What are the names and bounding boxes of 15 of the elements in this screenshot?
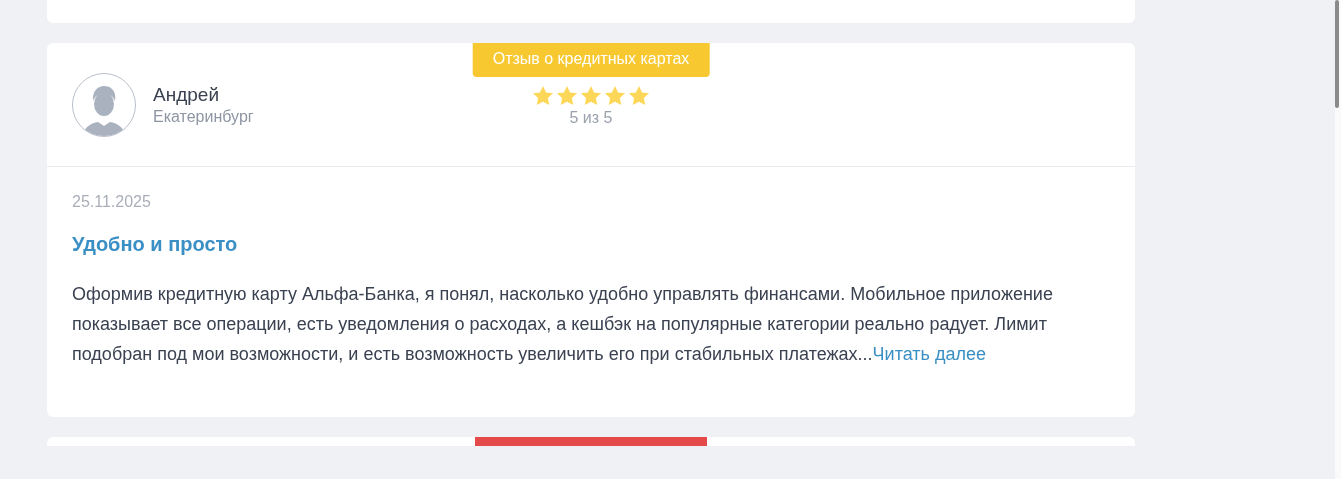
star-icon <box>531 85 555 107</box>
review-text: Оформив кредитную карту Альфа-Банка, я понял, насколько удобно управлять финансами. Мобильное приложение показывает все операции, есть уведомления о расходах, а кешбэк на популярные категории реально радует. Лимит подобран под мои возможности, и есть возможность увеличить его при стабильных платежах...Читать далее <box>72 283 1054 366</box>
author-city: Екатеринбург <box>153 107 254 126</box>
scrollbar[interactable] <box>1335 0 1341 479</box>
category-badge: Отзыв о кредитных картах <box>472 43 710 77</box>
review-date: 25.11.2025 <box>72 193 152 211</box>
author-name: Андрей <box>153 83 220 106</box>
star-icon <box>579 85 603 107</box>
star-icon <box>627 85 651 107</box>
review-title: Удобно и просто <box>72 233 239 256</box>
star-icon <box>555 85 579 107</box>
read-more-link[interactable]: Читать далее <box>872 344 986 364</box>
avatar-icon <box>72 72 136 137</box>
star-icon <box>603 85 627 107</box>
rating-text: 5 из 5 <box>569 109 613 127</box>
